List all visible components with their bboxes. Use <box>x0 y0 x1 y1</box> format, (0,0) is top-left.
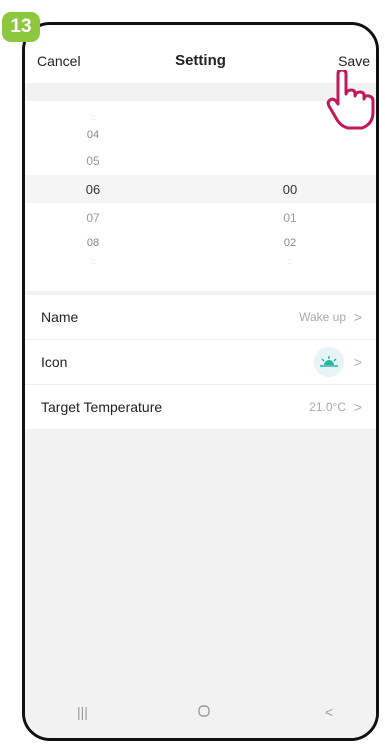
picker-minute-option[interactable]: 02 <box>284 237 296 249</box>
page-title: Setting <box>175 52 226 69</box>
recent-apps-icon[interactable]: ||| <box>77 704 88 720</box>
picker-hour-faint: :: <box>90 257 96 266</box>
chevron-right-icon: > <box>353 399 362 415</box>
picker-hour-option[interactable]: 04 <box>87 129 99 141</box>
icon-row[interactable]: Icon > <box>25 340 376 385</box>
target-temperature-row[interactable]: Target Temperature 21.0°C > <box>25 385 376 429</box>
home-icon[interactable] <box>197 704 211 721</box>
picker-minute-option[interactable]: 01 <box>283 211 296 225</box>
top-nav-bar: Cancel Setting Save <box>25 25 376 83</box>
picker-selection-band <box>25 175 376 203</box>
name-label: Name <box>41 309 79 325</box>
chevron-right-icon: > <box>353 354 362 370</box>
time-picker[interactable]: :: 04 05 06 07 08 :: 00 01 02 :: <box>25 101 376 291</box>
save-button[interactable]: Save <box>338 53 370 69</box>
back-icon[interactable]: < <box>325 704 333 720</box>
sunrise-icon <box>314 347 344 377</box>
picker-minute-selected[interactable]: 00 <box>283 182 297 197</box>
settings-list: Name Wake up > Icon > Target Temperature… <box>25 295 376 429</box>
picker-hour-option[interactable]: 07 <box>86 211 99 225</box>
picker-hour-selected[interactable]: 06 <box>86 182 100 197</box>
name-value: Wake up <box>299 310 346 324</box>
name-row[interactable]: Name Wake up > <box>25 295 376 340</box>
target-temperature-value: 21.0°C <box>309 400 346 414</box>
system-nav-bar: ||| < <box>25 690 376 738</box>
chevron-right-icon: > <box>353 309 362 325</box>
icon-label: Icon <box>41 354 68 370</box>
picker-minute-faint: :: <box>287 257 293 266</box>
step-number-badge: 13 <box>2 12 40 42</box>
picker-hour-faint: :: <box>90 113 96 122</box>
target-temperature-label: Target Temperature <box>41 399 163 415</box>
picker-hour-option[interactable]: 08 <box>87 237 99 249</box>
picker-hour-option[interactable]: 05 <box>86 154 99 168</box>
pointing-hand-icon <box>326 68 378 137</box>
